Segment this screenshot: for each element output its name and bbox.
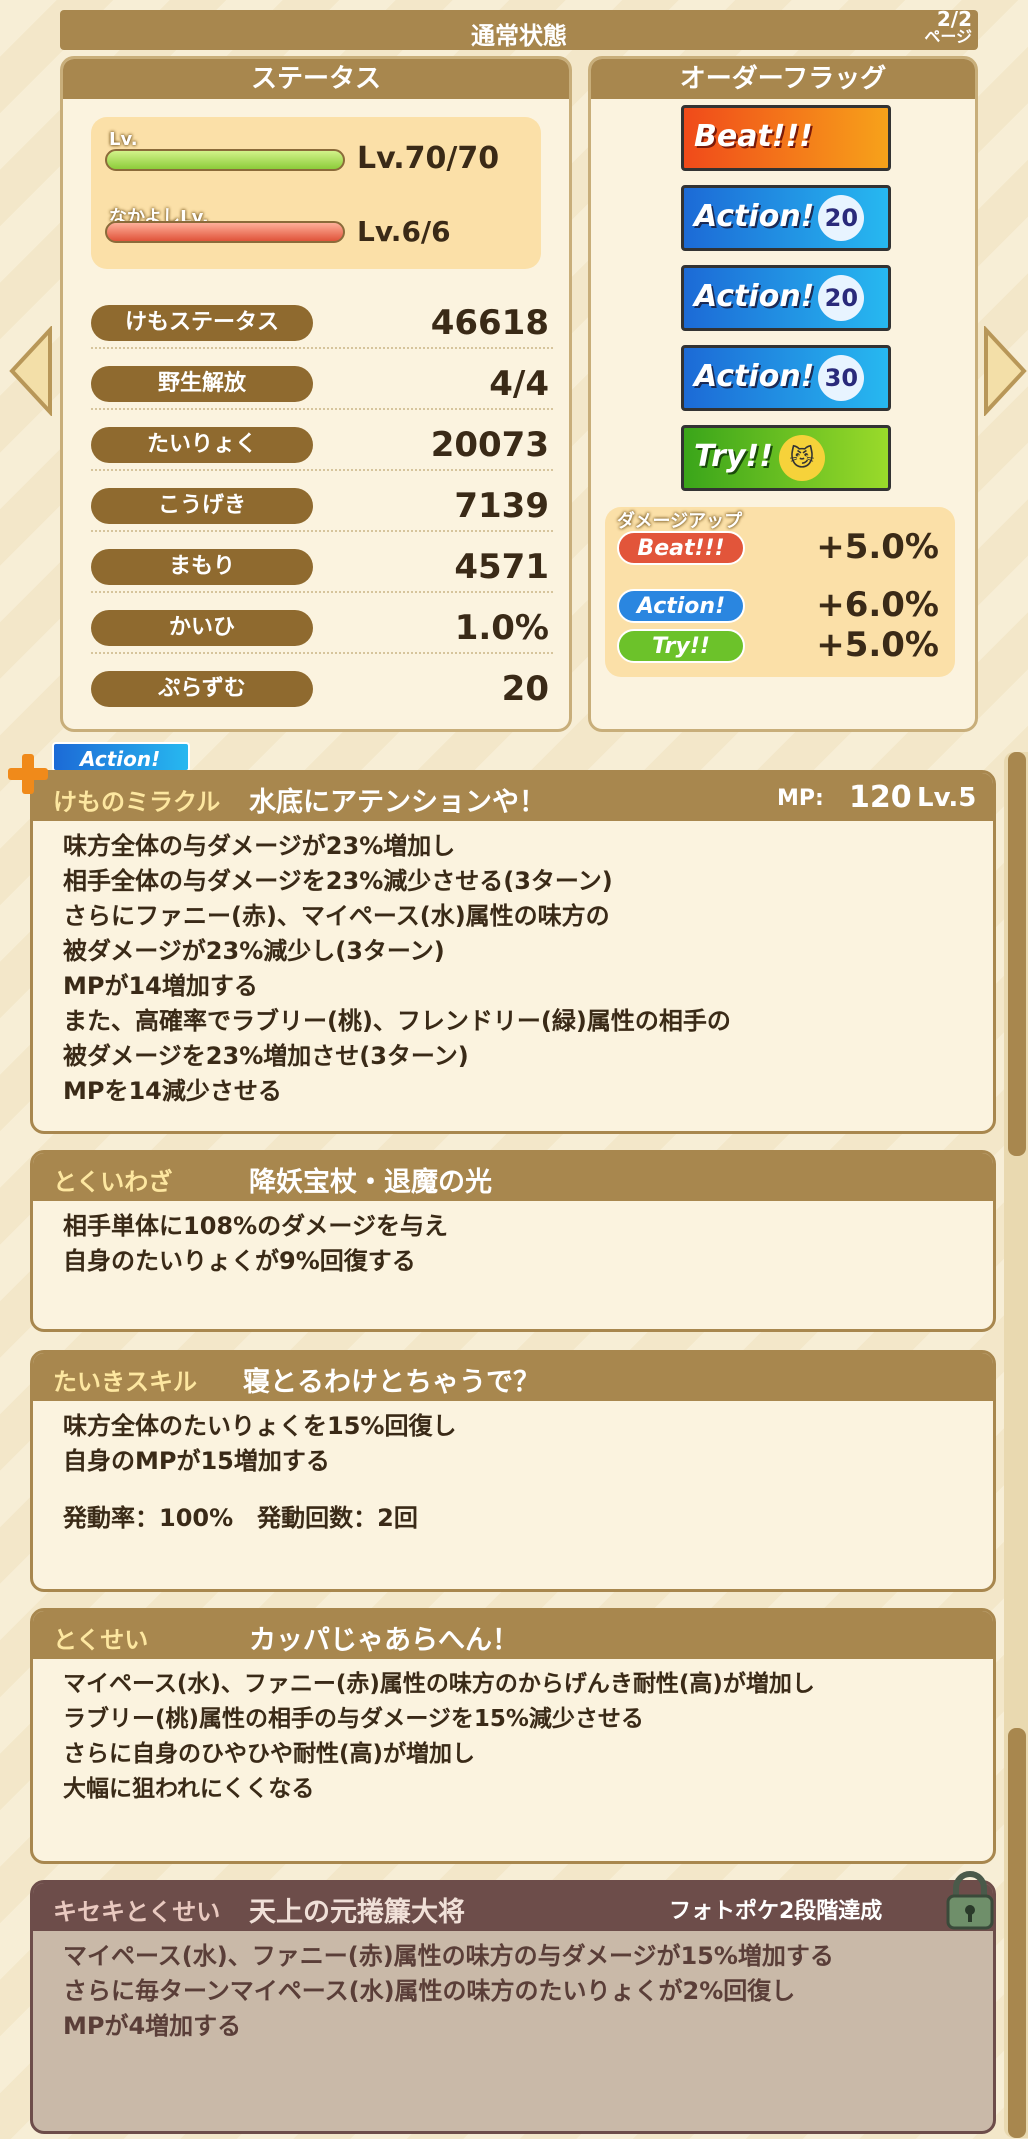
flag-number-badge: 20 [818, 274, 865, 321]
miracle-name: 水底にアテンションや！ [249, 787, 546, 818]
kiseki-condition: フォトポケ2段階達成 [669, 1899, 883, 1924]
standby-category: たいきスキル [53, 1368, 197, 1396]
state-header: 通常状態 2/2 ページ [60, 7, 978, 50]
friend-lv-value: Lv.6/6 [357, 215, 451, 248]
stat-label: こうげき [91, 488, 313, 524]
kiseki-trait-card: キセキとくせい 天上の元捲簾大将 フォトポケ2段階達成 マイペース(水)、ファニ… [30, 1880, 996, 2134]
stat-value: 4571 [454, 547, 549, 587]
scrollbar-thumb-lower[interactable] [1008, 1728, 1026, 2138]
level-box: Lv. Lv.70/70 なかよしLv. Lv.6/6 [91, 117, 541, 269]
stat-row: まもり 4571 [91, 543, 553, 593]
flag-action: Action! 20 [681, 265, 891, 331]
standby-header: たいきスキル 寝とるわけとちゃうで？ [33, 1353, 993, 1401]
trait-category: とくせい [53, 1626, 149, 1654]
stat-row: かいひ 1.0% [91, 604, 553, 654]
damage-label-action: Action! [617, 589, 745, 623]
stat-row: ぷらずむ 20 [91, 665, 553, 715]
damage-up-box: ダメージアップ Beat!!! +5.0% Action! +6.0% Try!… [605, 507, 955, 677]
flag-number-badge: 30 [818, 354, 865, 401]
scrollbar-thumb[interactable] [1008, 752, 1026, 1156]
stat-value: 20 [501, 669, 549, 709]
stat-label: けもステータス [91, 305, 313, 341]
standby-skill-card: たいきスキル 寝とるわけとちゃうで？ 味方全体のたいりょくを15%回復し 自身のM… [30, 1350, 996, 1592]
order-flag-panel: オーダーフラッグ Beat!!! Action! 20 Action! 20 Act… [588, 56, 978, 732]
state-title: 通常状態 [471, 22, 567, 50]
damage-value-beat: +5.0% [816, 527, 939, 567]
standby-name: 寝とるわけとちゃうで？ [243, 1367, 540, 1398]
trait-description: マイペース(水)、ファニー(赤)属性の味方のからげんき耐性(高)が増加し ラブリー… [63, 1671, 815, 1802]
status-title: ステータス [63, 59, 569, 99]
miracle-category: けものミラクル [53, 788, 221, 816]
action-badge: Action! [52, 742, 190, 772]
special-category: とくいわざ [53, 1168, 173, 1196]
mp-label: MP: [777, 786, 824, 811]
kiseki-name: 天上の元捲簾大将 [249, 1897, 465, 1928]
mp-value: 120 [849, 780, 912, 815]
stat-row: こうげき 7139 [91, 482, 553, 532]
kiseki-description: マイペース(水)、ファニー(赤)属性の味方の与ダメージが15%増加する さらに毎タ… [63, 1942, 834, 2040]
kiseki-category: キセキとくせい [53, 1898, 221, 1926]
stat-label: まもり [91, 549, 313, 585]
next-page-arrow-icon[interactable] [982, 326, 1028, 416]
lv-bar [105, 149, 345, 171]
stat-row: けもステータス 46618 [91, 299, 553, 349]
flag-number-badge: 20 [818, 194, 865, 241]
flag-action: Action! 20 [681, 185, 891, 251]
scrollbar[interactable] [1004, 752, 1028, 2138]
damage-value-try: +5.0% [816, 625, 939, 665]
trait-name: カッパじゃあらへん！ [249, 1625, 519, 1656]
prev-page-arrow-icon[interactable] [6, 326, 54, 416]
stat-value: 4/4 [489, 364, 549, 404]
cat-face-icon: 😼 [778, 434, 825, 481]
plus-icon[interactable] [6, 752, 50, 796]
lock-icon [946, 1871, 994, 1930]
miracle-header: けものミラクル 水底にアテンションや！ MP: 120 Lv.5 [33, 773, 993, 821]
stat-value: 20073 [430, 425, 549, 465]
lv-value: Lv.70/70 [357, 141, 500, 176]
miracle-level: Lv.5 [917, 783, 977, 813]
flag-beat: Beat!!! [681, 105, 891, 171]
page-indicator: 2/2 ページ [924, 7, 972, 46]
trait-card: とくせい カッパじゃあらへん！ マイペース(水)、ファニー(赤)属性の味方のから… [30, 1608, 996, 1864]
stat-label: かいひ [91, 610, 313, 646]
special-skill-card: とくいわざ 降妖宝杖・退魔の光 相手単体に108%のダメージを与え 自身のたいりょ… [30, 1150, 996, 1332]
kiseki-header: キセキとくせい 天上の元捲簾大将 フォトポケ2段階達成 [33, 1883, 993, 1931]
miracle-description: 味方全体の与ダメージが23%増加し 相手全体の与ダメージを23%減少させる(3ター… [63, 832, 731, 1105]
special-description: 相手単体に108%のダメージを与え 自身のたいりょくが9%回復する [63, 1212, 448, 1275]
standby-description: 味方全体のたいりょくを15%回復し 自身のMPが15増加する 発動率：100% 発動… [63, 1412, 457, 1532]
order-flag-title: オーダーフラッグ [591, 59, 975, 99]
stat-label: 野生解放 [91, 366, 313, 402]
damage-label-beat: Beat!!! [617, 531, 745, 565]
trait-header: とくせい カッパじゃあらへん！ [33, 1611, 993, 1659]
stat-row: たいりょく 20073 [91, 421, 553, 471]
friend-lv-bar [105, 221, 345, 243]
flag-action: Action! 30 [681, 345, 891, 411]
stat-value: 1.0% [454, 608, 549, 648]
damage-value-action: +6.0% [816, 585, 939, 625]
special-header: とくいわざ 降妖宝杖・退魔の光 [33, 1153, 993, 1201]
lv-label: Lv. [109, 129, 138, 150]
damage-up-title: ダメージアップ [617, 511, 743, 532]
status-panel: ステータス Lv. Lv.70/70 なかよしLv. Lv.6/6 けもステータ… [60, 56, 572, 732]
stat-value: 46618 [430, 303, 549, 343]
kemono-miracle-card: けものミラクル 水底にアテンションや！ MP: 120 Lv.5 味方全体の与ダ… [30, 770, 996, 1134]
flag-try: Try!! 😼 [681, 425, 891, 491]
special-name: 降妖宝杖・退魔の光 [249, 1167, 492, 1198]
stat-row: 野生解放 4/4 [91, 360, 553, 410]
damage-label-try: Try!! [617, 629, 745, 663]
stat-label: ぷらずむ [91, 671, 313, 707]
stat-label: たいりょく [91, 427, 313, 463]
stat-value: 7139 [454, 486, 549, 526]
